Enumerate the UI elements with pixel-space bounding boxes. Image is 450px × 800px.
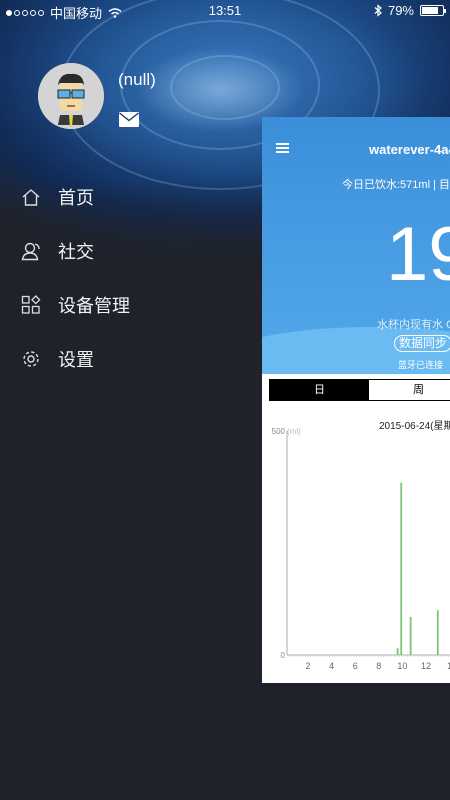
water-summary-header: waterever-4a4 今日已饮水:571ml | 目 19 水杯内现有水 … (262, 117, 450, 374)
tab-day[interactable]: 日 (270, 380, 369, 400)
period-tabs: 日 周 (269, 379, 450, 401)
side-menu: 首页 社交 设备管理 设置 (0, 170, 262, 386)
menu-item-label: 社交 (58, 242, 94, 262)
settings-icon (20, 348, 42, 370)
main-panel[interactable]: waterever-4a4 今日已饮水:571ml | 目 19 水杯内现有水 … (262, 117, 450, 683)
x-tick-label: 12 (421, 661, 431, 671)
y-tick-label: 500 (272, 427, 286, 436)
mail-icon[interactable] (119, 112, 139, 127)
tab-week[interactable]: 周 (369, 380, 450, 400)
chart-bar (400, 482, 403, 655)
today-intake: 今日已饮水:571ml | 目 (342, 179, 450, 191)
y-axis-label: (ml) (287, 427, 301, 436)
bluetooth-status: 蓝牙已连接 (398, 360, 444, 370)
avatar[interactable] (38, 63, 104, 129)
menu-item-home[interactable]: 首页 (0, 170, 262, 224)
status-bar: 中国移动 13:51 79% (0, 0, 450, 22)
hamburger-menu-icon[interactable] (276, 143, 289, 153)
battery-icon (420, 5, 446, 16)
chart-bar (409, 616, 412, 655)
chart-bar (436, 610, 439, 655)
device-title: waterever-4a4 (369, 142, 450, 157)
username: (null) (118, 70, 156, 89)
bluetooth-icon (374, 4, 382, 17)
menu-item-label: 设置 (58, 350, 94, 370)
x-tick-label: 4 (329, 661, 334, 671)
menu-item-device-management[interactable]: 设备管理 (0, 278, 262, 332)
x-tick-label: 2 (305, 661, 310, 671)
x-tick-label: 6 (353, 661, 358, 671)
menu-item-label: 设备管理 (58, 296, 130, 316)
home-icon (20, 186, 42, 208)
x-tick-label: 10 (397, 661, 407, 671)
cup-water-info: 水杯内现有水 C (377, 319, 450, 331)
device-management-icon (20, 294, 42, 316)
big-number: 19 (386, 212, 450, 297)
sync-button[interactable]: 数据同步 (394, 335, 450, 352)
y-tick-label: 0 (281, 651, 286, 660)
intake-chart: 0500 (ml)2 4 6 8 10 12 1 (272, 427, 450, 671)
x-tick-label: 8 (376, 661, 381, 671)
menu-item-label: 首页 (58, 188, 94, 208)
water-ripple (170, 55, 280, 120)
social-icon (20, 240, 42, 262)
cartoon-face-icon (38, 63, 104, 129)
menu-item-social[interactable]: 社交 (0, 224, 262, 278)
chart-bar (396, 648, 399, 655)
battery-percent: 79% (387, 3, 414, 18)
menu-item-settings[interactable]: 设置 (0, 332, 262, 386)
